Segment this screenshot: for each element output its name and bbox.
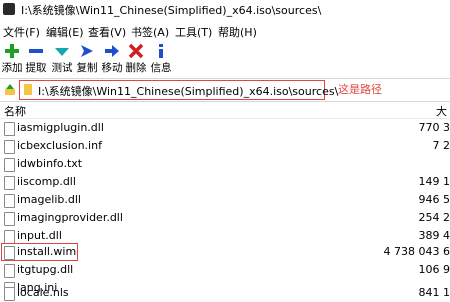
window-title: I:\系统镜像\Win11_Chinese(Simplified)_x64.is… [21,2,321,18]
title-bar: I:\系统镜像\Win11_Chinese(Simplified)_x64.is… [0,0,450,18]
menu-help[interactable]: 帮助(H) [218,24,257,40]
file-name: imagingprovider.dll [17,211,123,224]
file-icon [4,287,15,301]
file-size: 946 5 [419,193,450,206]
list-item[interactable]: imagelib.dll 946 5 [0,191,450,209]
file-size: 389 4 [419,229,450,242]
file-icon [4,122,15,136]
file-icon [4,212,15,226]
folder-icon [24,84,32,95]
toolbar: 添加 提取 测试 复制 移动 删除 信息 [0,41,450,77]
menu-tools[interactable]: 工具(T) [175,24,212,40]
column-header: 名称 大 [0,102,450,119]
file-icon [4,230,15,244]
file-name: idwbinfo.txt [17,157,82,170]
delete-x-icon [128,43,144,59]
minus-icon [28,43,44,59]
menu-file[interactable]: 文件(F) [3,24,40,40]
list-item[interactable]: idwbinfo.txt [0,155,450,173]
menu-edit[interactable]: 编辑(E) [46,24,84,40]
up-folder-icon[interactable] [4,84,16,96]
file-size: 4 738 043 6 [384,245,450,258]
list-item[interactable]: imagingprovider.dll 254 2 [0,209,450,227]
list-item-highlighted[interactable]: install.wim 4 738 043 6 [0,243,450,261]
list-item[interactable]: icbexclusion.inf 7 2 [0,137,450,155]
file-size: 254 2 [419,211,450,224]
list-item[interactable]: iasmigplugin.dll 770 3 [0,119,450,137]
address-input[interactable]: I:\系统镜像\Win11_Chinese(Simplified)_x64.is… [19,80,325,100]
menu-view[interactable]: 查看(V) [88,24,126,40]
file-icon [4,140,15,154]
column-size[interactable]: 大 [436,103,447,119]
list-item[interactable]: itgtupg.dll 106 9 [0,261,450,279]
info-button[interactable]: 信息 [147,41,175,75]
file-icon [4,158,15,172]
file-name: iiscomp.dll [17,175,76,188]
file-icon [4,246,15,260]
file-size: 841 1 [419,286,450,299]
file-size: 149 1 [419,175,450,188]
file-name: imagelib.dll [17,193,81,206]
file-name: iasmigplugin.dll [17,121,104,134]
file-size: 7 2 [433,139,450,152]
move-arrow-icon [104,43,120,59]
path-annotation: 这是路径 [338,81,382,97]
column-name[interactable]: 名称 [4,103,26,119]
copy-arrow-icon [79,43,95,59]
info-icon [153,43,169,59]
address-bar: I:\系统镜像\Win11_Chinese(Simplified)_x64.is… [0,78,450,102]
file-size: 770 3 [419,121,450,134]
file-name: input.dll [17,229,62,242]
menu-bar: 文件(F) 编辑(E) 查看(V) 书签(A) 工具(T) 帮助(H) [0,23,450,39]
file-icon [4,264,15,278]
list-item[interactable]: locale.nls 841 1 [0,284,450,302]
menu-bookmarks[interactable]: 书签(A) [131,24,169,40]
info-label: 信息 [145,60,177,75]
file-icon [4,194,15,208]
file-name: icbexclusion.inf [17,139,102,152]
app-icon [3,3,15,15]
check-icon [54,43,70,59]
address-path: I:\系统镜像\Win11_Chinese(Simplified)_x64.is… [38,83,338,99]
file-icon [4,176,15,190]
list-item[interactable]: iiscomp.dll 149 1 [0,173,450,191]
file-name: itgtupg.dll [17,263,73,276]
file-name: locale.nls [17,286,69,299]
plus-icon [4,43,20,59]
file-size: 106 9 [419,263,450,276]
file-name: install.wim [17,245,76,258]
